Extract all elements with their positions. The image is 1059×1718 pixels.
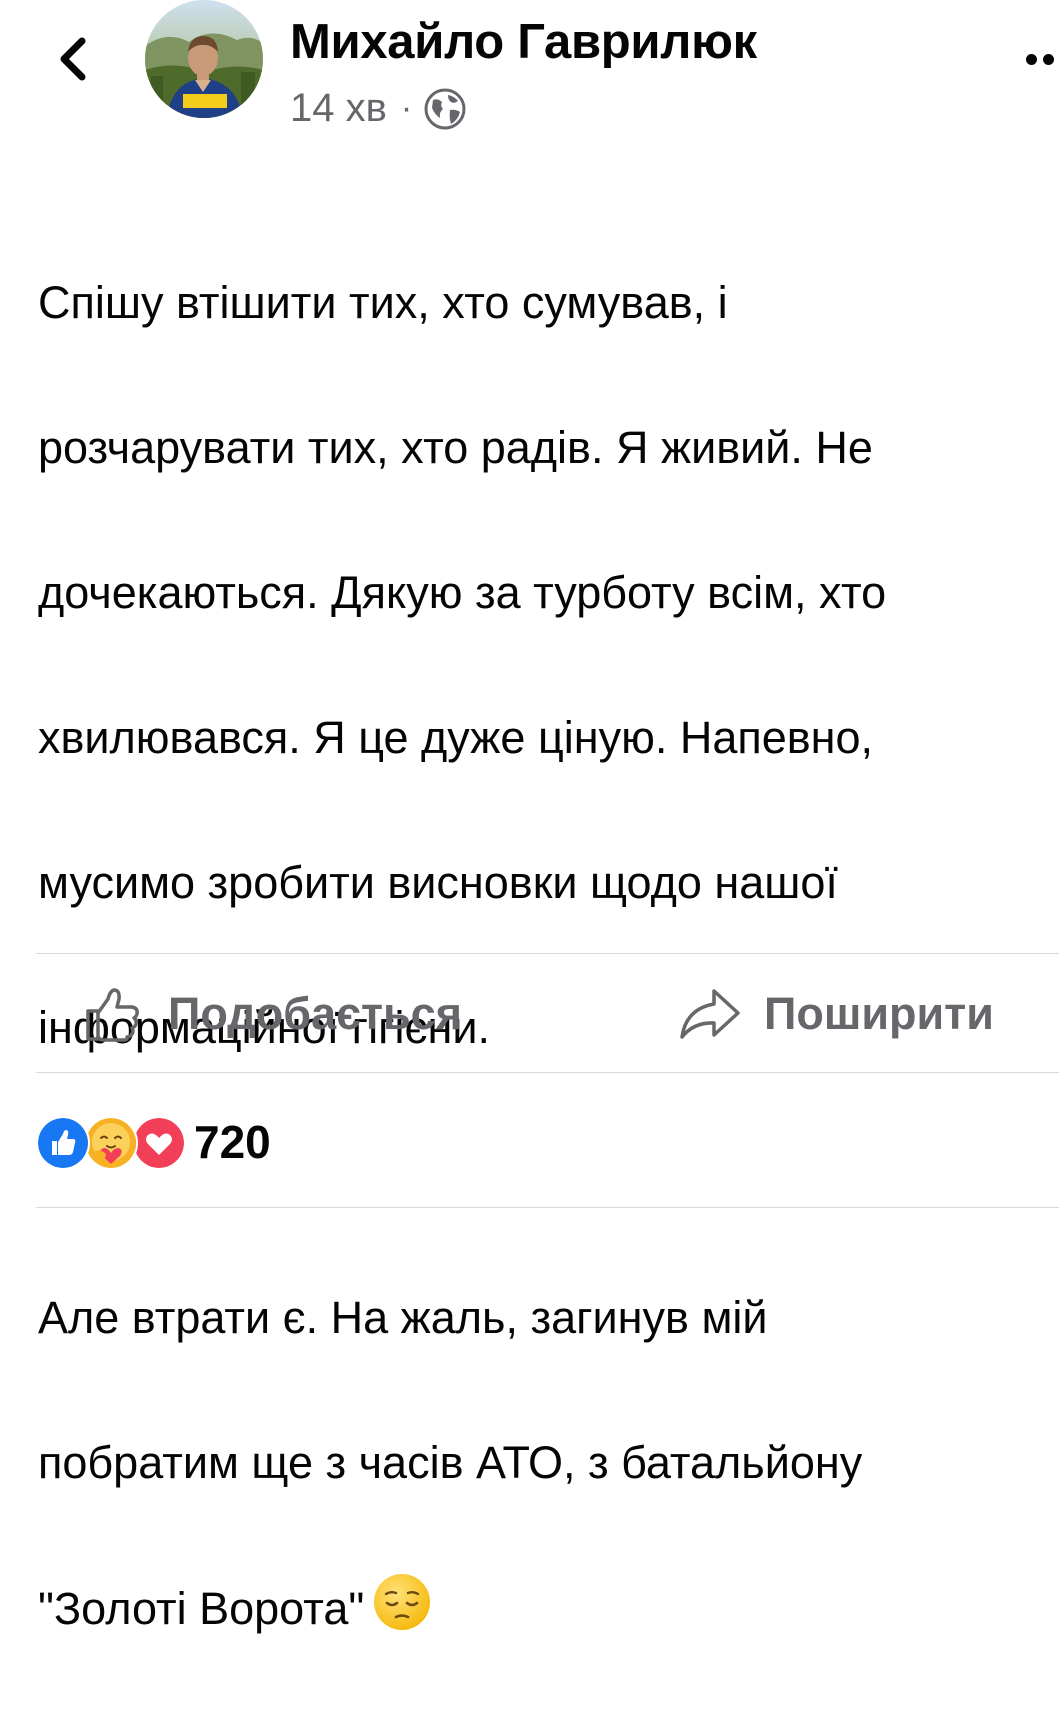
post-line: дочекаються. Дякую за турботу всім, хто	[38, 566, 887, 618]
post-text: Спішу втішити тих, хто сумував, і розчар…	[38, 194, 1059, 1718]
more-options-button[interactable]	[1026, 44, 1059, 74]
like-label: Подобається	[168, 988, 462, 1039]
post-line: Спішу втішити тих, хто сумував, і	[38, 276, 728, 328]
back-button[interactable]	[44, 30, 100, 86]
post-line: мусимо зробити висновки щодо нашої	[38, 856, 838, 908]
share-button[interactable]: Поширити	[678, 976, 994, 1052]
reaction-icons	[36, 1116, 186, 1170]
share-label: Поширити	[764, 988, 994, 1039]
pensive-face-emoji	[374, 1573, 431, 1630]
like-button[interactable]: Подобається	[84, 976, 462, 1052]
post-time[interactable]: 14 хв	[290, 86, 387, 131]
share-arrow-icon	[680, 989, 740, 1039]
post-line: розчарувати тих, хто радів. Я живий. Не	[38, 421, 873, 473]
author-avatar[interactable]	[145, 0, 263, 118]
reactions-summary[interactable]: 720	[36, 1116, 271, 1170]
post-line-last: "Золоті Ворота"	[38, 1572, 1059, 1646]
author-name[interactable]: Михайло Гаврилюк	[290, 14, 757, 70]
divider-middle	[36, 1072, 1059, 1073]
care-reaction-icon	[84, 1116, 138, 1170]
love-reaction-icon	[132, 1116, 186, 1170]
more-options-icon	[1026, 53, 1037, 65]
globe-icon	[424, 88, 466, 129]
like-reaction-icon	[36, 1116, 90, 1170]
chevron-left-icon	[60, 37, 86, 81]
divider-bottom	[36, 1207, 1059, 1208]
meta-separator: ·	[400, 89, 413, 127]
thumbs-up-icon	[86, 988, 139, 1042]
post-line: побратим ще з часів АТО, з батальйону	[38, 1436, 863, 1488]
post-meta: 14 хв ·	[290, 86, 466, 131]
post-line: "Золоті Ворота"	[38, 1582, 365, 1634]
post-line: Але втрати є. На жаль, загинув мій	[38, 1291, 768, 1343]
reaction-count: 720	[194, 1116, 271, 1168]
divider-top	[36, 953, 1059, 954]
post-line: хвилювався. Я це дуже ціную. Напевно,	[38, 711, 874, 763]
